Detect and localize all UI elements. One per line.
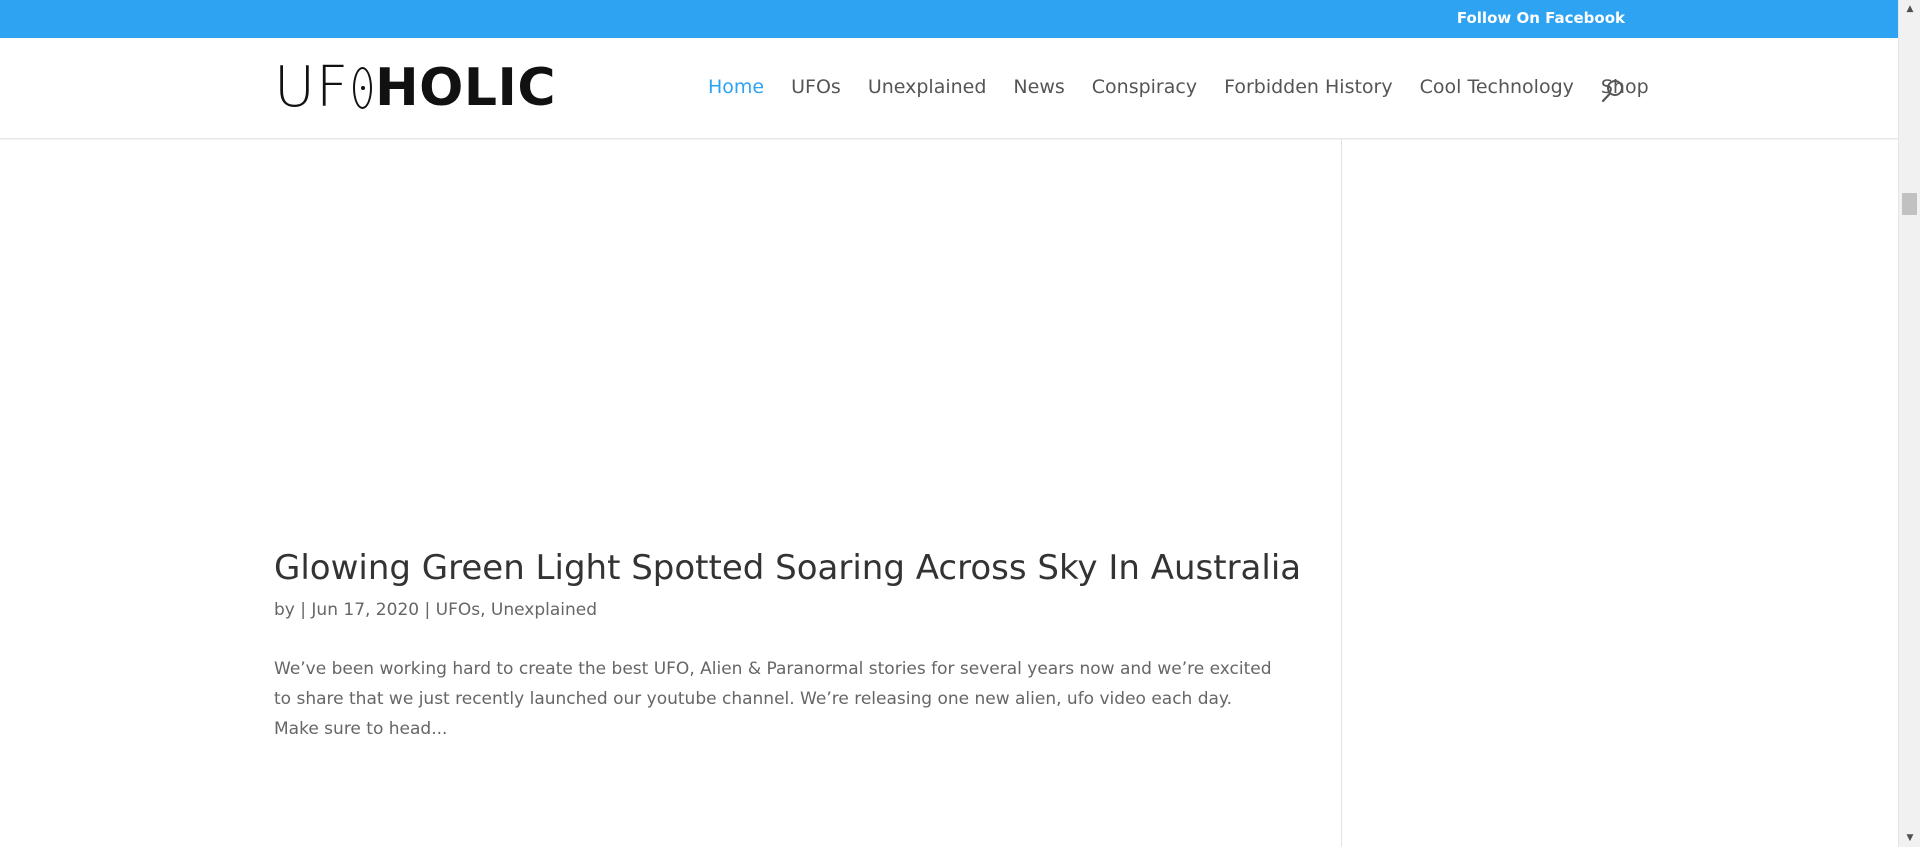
nav-item-cool-technology[interactable]: Cool Technology xyxy=(1420,76,1574,98)
logo-o-circle-icon xyxy=(353,67,373,109)
nav-item-news[interactable]: News xyxy=(1013,76,1064,98)
post-meta-separator: | xyxy=(424,600,431,620)
vertical-scrollbar[interactable]: ▲ ▼ xyxy=(1898,0,1920,847)
nav-item-ufos[interactable]: UFOs xyxy=(791,76,841,98)
sidebar-divider xyxy=(1341,139,1342,847)
logo-text-light: UF xyxy=(274,55,350,120)
nav-item-unexplained[interactable]: Unexplained xyxy=(868,76,987,98)
post-meta-comma: , xyxy=(480,600,486,620)
post-title[interactable]: Glowing Green Light Spotted Soaring Acro… xyxy=(274,543,1301,593)
post-category-unexplained[interactable]: Unexplained xyxy=(491,600,597,620)
post-meta-separator: | xyxy=(300,600,306,620)
post-category-ufos[interactable]: UFOs xyxy=(436,600,480,620)
scroll-down-arrow-icon[interactable]: ▼ xyxy=(1899,829,1920,847)
follow-on-facebook-link[interactable]: Follow On Facebook xyxy=(1457,9,1625,27)
nav-item-conspiracy[interactable]: Conspiracy xyxy=(1092,76,1197,98)
main-nav: Home UFOs Unexplained News Conspiracy Fo… xyxy=(708,76,1676,98)
post-excerpt: We’ve been working hard to create the be… xyxy=(274,659,1272,739)
logo-text-bold: HOLIC xyxy=(375,58,556,118)
post-meta-by: by xyxy=(274,600,295,620)
post-date: Jun 17, 2020 xyxy=(311,600,420,620)
post-meta: by | Jun 17, 2020 | UFOs, Unexplained xyxy=(274,600,597,620)
top-bar: Follow On Facebook xyxy=(0,0,1898,38)
site-logo[interactable]: UF HOLIC xyxy=(274,55,556,120)
scroll-up-arrow-icon[interactable]: ▲ xyxy=(1899,0,1920,18)
site-header: UF HOLIC Home UFOs Unexplained News Cons… xyxy=(0,38,1898,139)
nav-item-home[interactable]: Home xyxy=(708,76,764,98)
nav-item-forbidden-history[interactable]: Forbidden History xyxy=(1224,76,1393,98)
search-icon[interactable] xyxy=(1600,78,1626,104)
post-featured-image-placeholder[interactable] xyxy=(274,139,1274,539)
scroll-thumb[interactable] xyxy=(1902,193,1917,215)
